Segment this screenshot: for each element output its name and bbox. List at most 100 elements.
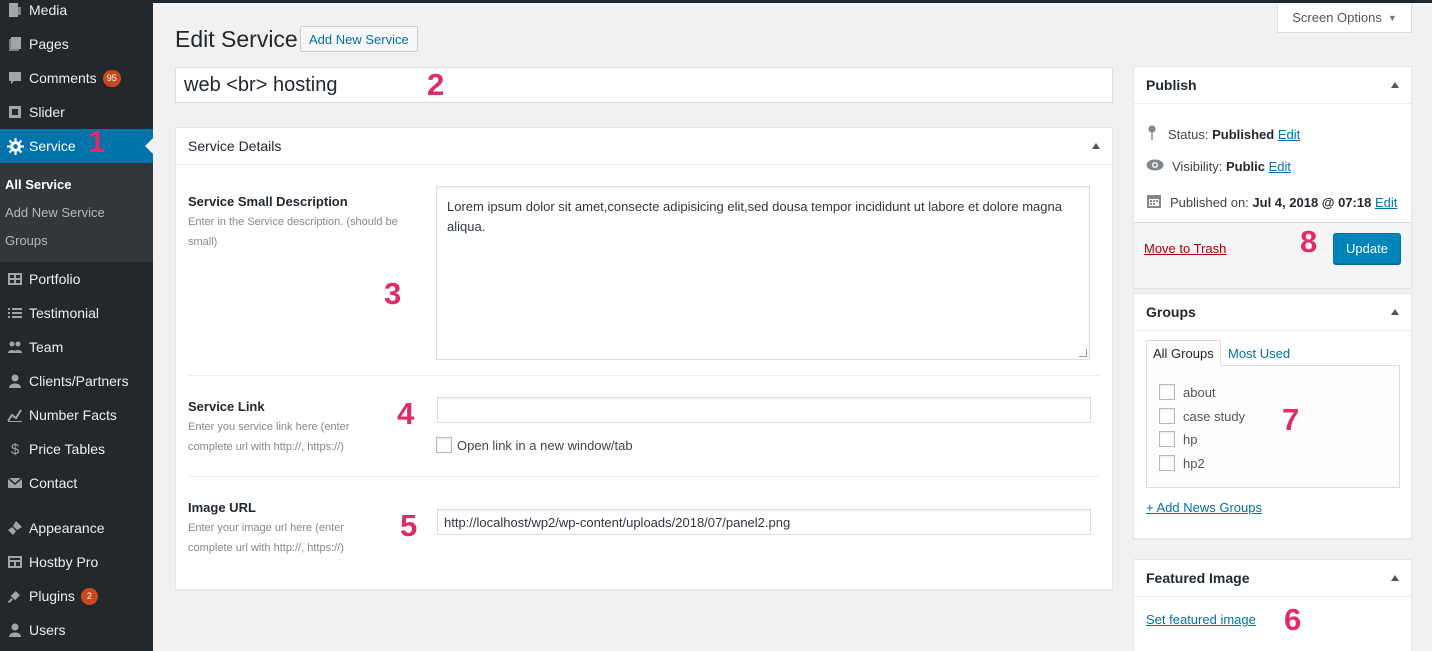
small-description-value: Lorem ipsum dolor sit amet,consecte adip…	[447, 199, 1062, 234]
service-link-input[interactable]	[437, 397, 1091, 423]
publish-title: Publish	[1146, 77, 1197, 93]
image-url-input[interactable]	[437, 509, 1091, 535]
chart-icon	[0, 407, 28, 423]
dollar-icon: $	[10, 440, 20, 458]
divider	[188, 375, 1100, 376]
slider-icon	[0, 104, 28, 120]
menu-pages[interactable]: Pages	[0, 27, 153, 61]
user-icon	[0, 622, 28, 638]
menu-price-tables[interactable]: $ Price Tables	[0, 432, 153, 466]
tab-most-used[interactable]: Most Used	[1222, 340, 1296, 366]
group-label: hp	[1183, 431, 1198, 447]
brush-icon	[0, 520, 28, 536]
groups-header[interactable]: Groups	[1134, 294, 1411, 331]
menu-plugins[interactable]: Plugins 2	[0, 579, 153, 613]
group-item-about[interactable]: about	[1159, 384, 1216, 400]
new-tab-option[interactable]: Open link in a new window/tab	[436, 437, 633, 453]
collapse-arrow-icon[interactable]	[1391, 309, 1399, 315]
move-to-trash-link[interactable]: Move to Trash	[1144, 241, 1226, 256]
comments-count-badge: 95	[102, 69, 121, 87]
pin-icon	[1146, 125, 1160, 144]
menu-hostby-pro[interactable]: Hostby Pro	[0, 545, 153, 579]
comments-icon	[0, 70, 28, 86]
menu-service[interactable]: Service	[0, 129, 153, 163]
menu-label: Service	[29, 138, 76, 154]
menu-label: Slider	[29, 104, 65, 120]
update-button[interactable]: Update	[1333, 233, 1401, 264]
set-featured-image-link[interactable]: Set featured image	[1146, 612, 1256, 627]
grid-icon	[0, 554, 28, 570]
group-item-hp[interactable]: hp	[1159, 431, 1197, 447]
small-description-label: Service Small Description	[188, 194, 348, 209]
menu-portfolio[interactable]: Portfolio	[0, 262, 153, 296]
menu-contact[interactable]: Contact	[0, 466, 153, 500]
edit-visibility-link[interactable]: Edit	[1269, 159, 1291, 174]
new-tab-label: Open link in a new window/tab	[457, 437, 633, 453]
new-tab-checkbox[interactable]	[436, 437, 452, 453]
service-details-title: Service Details	[188, 138, 282, 154]
status-value: Published	[1212, 127, 1275, 142]
add-new-group-link[interactable]: + Add News Groups	[1146, 500, 1262, 515]
submenu-groups[interactable]: Groups	[5, 233, 48, 248]
add-new-service-button[interactable]: Add New Service	[300, 26, 418, 52]
image-url-label: Image URL	[188, 500, 256, 515]
group-checkbox[interactable]	[1159, 384, 1175, 400]
annotation-marker: 6	[1284, 602, 1302, 637]
menu-label: Users	[29, 622, 66, 638]
service-link-label: Service Link	[188, 399, 265, 414]
post-title-input[interactable]	[175, 67, 1113, 103]
menu-team[interactable]: Team	[0, 330, 153, 364]
groups-title: Groups	[1146, 304, 1196, 320]
submenu-add-new-service[interactable]: Add New Service	[5, 205, 105, 220]
service-details-header[interactable]: Service Details	[176, 128, 1112, 165]
admin-top-strip	[153, 0, 1432, 3]
annotation-marker: 3	[384, 276, 402, 311]
annotation-marker: 4	[397, 396, 415, 431]
menu-clients-partners[interactable]: Clients/Partners	[0, 364, 153, 398]
menu-label: Media	[29, 2, 68, 18]
media-icon	[0, 2, 28, 18]
screen-options-button[interactable]: Screen Options ▼	[1277, 3, 1412, 33]
featured-image-box: Featured Image Set featured image	[1133, 559, 1412, 651]
collapse-arrow-icon[interactable]	[1391, 82, 1399, 88]
edit-status-link[interactable]: Edit	[1278, 127, 1300, 142]
menu-users[interactable]: Users	[0, 613, 153, 647]
annotation-marker: 1	[88, 124, 106, 159]
publish-header[interactable]: Publish	[1134, 67, 1411, 104]
menu-media[interactable]: Media	[0, 0, 153, 27]
published-on-row: Published on: Jul 4, 2018 @ 07:18 Edit	[1146, 193, 1397, 212]
menu-label: Appearance	[29, 520, 105, 536]
menu-slider[interactable]: Slider	[0, 95, 153, 129]
menu-label: Clients/Partners	[29, 373, 129, 389]
group-label: case study	[1183, 408, 1246, 424]
eye-icon	[1146, 159, 1164, 174]
tab-all-groups[interactable]: All Groups	[1146, 340, 1221, 366]
collapse-arrow-icon[interactable]	[1092, 143, 1100, 149]
screen-options-label: Screen Options	[1292, 10, 1382, 25]
menu-label: Portfolio	[29, 271, 81, 287]
plugins-update-badge: 2	[80, 587, 98, 605]
small-description-help: Enter in the Service description. (shoul…	[188, 216, 398, 248]
edit-date-link[interactable]: Edit	[1375, 195, 1397, 210]
menu-comments[interactable]: Comments 95	[0, 61, 153, 95]
menu-number-facts[interactable]: Number Facts	[0, 398, 153, 432]
small-description-textarea[interactable]: Lorem ipsum dolor sit amet,consecte adip…	[436, 186, 1090, 360]
published-on-value: Jul 4, 2018 @ 07:18	[1252, 195, 1372, 210]
resize-handle-icon[interactable]	[1079, 349, 1087, 357]
menu-label: Hostby Pro	[29, 554, 99, 570]
group-item-hp2[interactable]: hp2	[1159, 455, 1205, 471]
group-item-case-study[interactable]: case study	[1159, 408, 1245, 424]
group-checkbox[interactable]	[1159, 431, 1175, 447]
collapse-arrow-icon[interactable]	[1391, 575, 1399, 581]
group-checkbox[interactable]	[1159, 408, 1175, 424]
annotation-marker: 2	[427, 67, 445, 102]
featured-image-title: Featured Image	[1146, 570, 1250, 586]
menu-testimonial[interactable]: Testimonial	[0, 296, 153, 330]
annotation-marker: 5	[400, 508, 418, 543]
menu-label: Testimonial	[29, 305, 100, 321]
menu-appearance[interactable]: Appearance	[0, 511, 153, 545]
annotation-marker: 7	[1282, 402, 1300, 437]
submenu-all-service[interactable]: All Service	[5, 177, 72, 192]
featured-image-header[interactable]: Featured Image	[1134, 560, 1411, 597]
group-checkbox[interactable]	[1159, 455, 1175, 471]
